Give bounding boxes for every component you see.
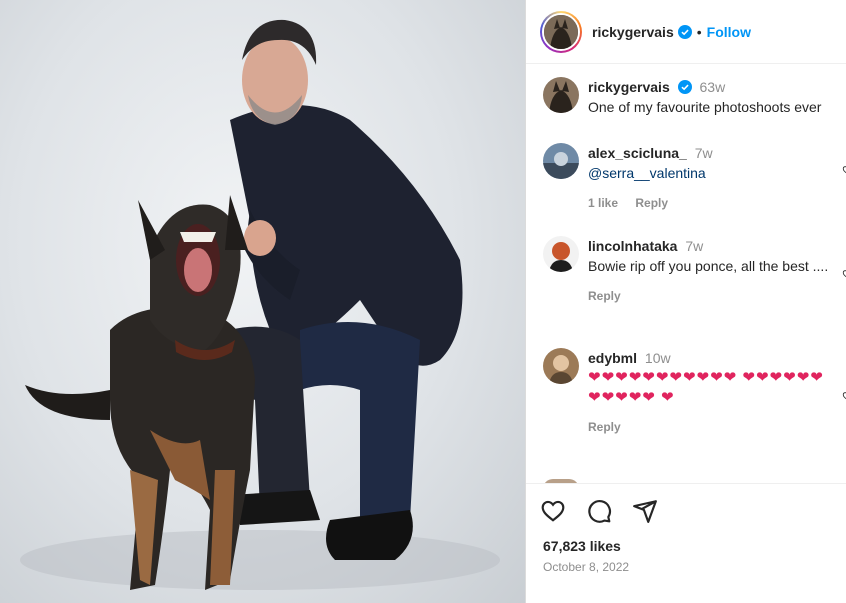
share-icon[interactable] [632,498,658,524]
comments-list: rickygervais 63w One of my favourite pho… [526,65,846,483]
post-header: rickygervais • Follow [526,0,846,64]
reply-button[interactable]: Reply [588,289,621,303]
post-actions: 67,823 likes October 8, 2022 [526,483,846,603]
separator-dot: • [696,23,702,40]
post-details-panel: rickygervais • Follow rickygervais 63w O… [525,0,846,603]
post-photo[interactable] [0,0,525,603]
comment-time[interactable]: 7w [695,145,713,161]
caption-text: One of my favourite photoshoots ever [588,99,822,115]
mention-link[interactable]: @serra__valentina [588,165,706,181]
reply-button[interactable]: Reply [635,196,668,210]
comment-like-icon[interactable] [842,165,846,175]
comment-like-icon[interactable] [842,269,846,279]
commenter-avatar[interactable] [543,348,579,384]
comment-text: ❤❤❤❤❤❤❤❤❤❤❤ ❤❤❤❤❤❤❤❤❤❤❤ ❤ [588,369,824,406]
photo-illustration [20,19,500,590]
reply-button[interactable]: Reply [588,420,621,434]
follow-button[interactable]: Follow [707,24,751,40]
author-avatar[interactable] [540,10,582,53]
comment-text: Bowie rip off you ponce, all the best ..… [588,258,829,274]
author-username[interactable]: rickygervais [592,24,674,40]
commenter-username[interactable]: alex_scicluna_ [588,145,687,161]
likes-count[interactable]: 67,823 likes [543,538,621,554]
comment-time[interactable]: 10w [645,350,671,366]
comment-likes[interactable]: 1 like [588,196,618,210]
commenter-avatar[interactable] [543,143,579,179]
heart-icon[interactable] [540,498,566,524]
caption-username[interactable]: rickygervais [588,79,670,95]
comment-like-icon[interactable] [842,391,846,401]
caption-time[interactable]: 63w [700,79,726,95]
post-date[interactable]: October 8, 2022 [543,560,629,574]
caption-avatar[interactable] [543,77,579,113]
commenter-avatar[interactable] [543,236,579,272]
comment-icon[interactable] [586,498,612,524]
commenter-username[interactable]: lincolnhataka [588,238,677,254]
verified-icon [677,24,692,39]
comment-time[interactable]: 7w [685,238,703,254]
verified-icon [677,80,692,94]
commenter-username[interactable]: edybml [588,350,637,366]
